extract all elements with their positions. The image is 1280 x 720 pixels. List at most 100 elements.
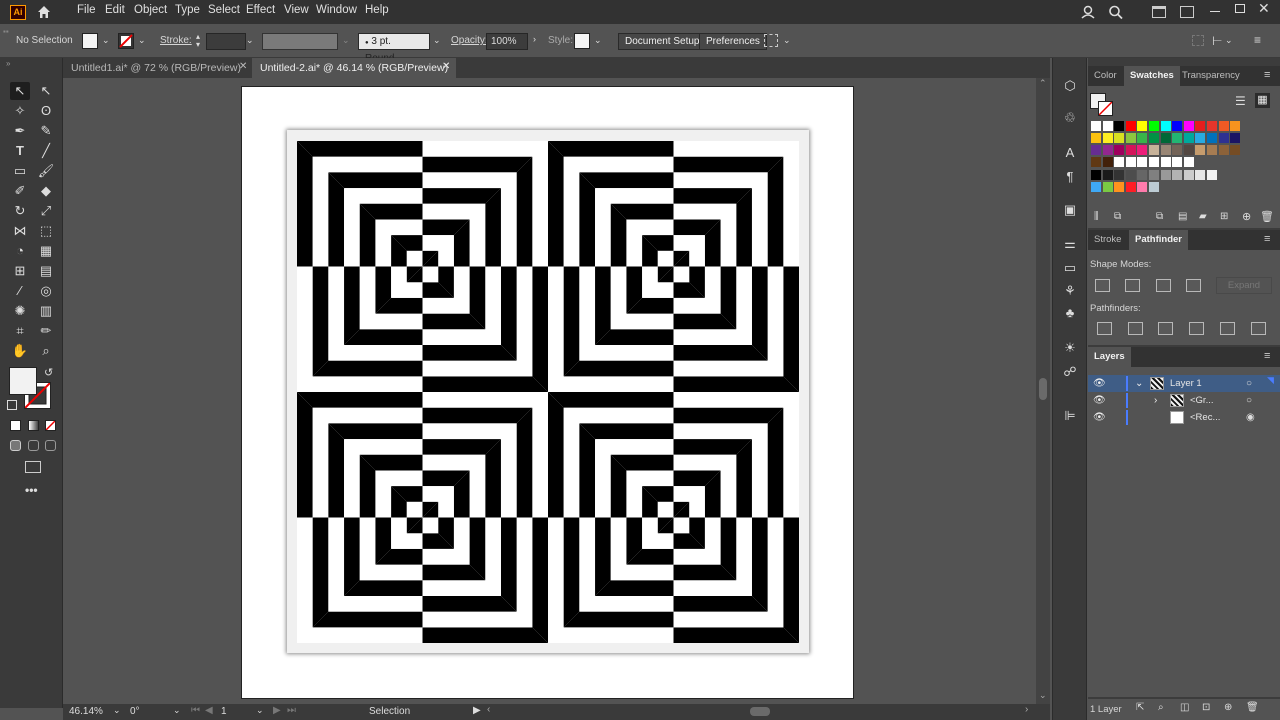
prev-artboard-icon[interactable]: ◀ bbox=[205, 705, 213, 716]
document-setup-button[interactable]: Document Setup bbox=[618, 33, 707, 50]
target-icon[interactable]: ○ bbox=[1246, 375, 1252, 392]
color-mode-icon[interactable] bbox=[10, 420, 21, 431]
swatch[interactable] bbox=[1091, 182, 1101, 192]
control-menu-icon[interactable]: ≡ bbox=[1254, 33, 1261, 47]
expand-group-icon[interactable]: › bbox=[1154, 392, 1157, 409]
swatch[interactable] bbox=[1125, 170, 1136, 180]
window-minimize-button[interactable] bbox=[1210, 11, 1220, 12]
list-view-icon[interactable]: ☰ bbox=[1235, 94, 1246, 108]
blend-tool-icon[interactable]: ◎ bbox=[36, 282, 56, 300]
libraries-icon[interactable]: ▣ bbox=[1061, 202, 1079, 218]
swatch[interactable] bbox=[1114, 157, 1125, 167]
trim-button[interactable] bbox=[1128, 322, 1143, 335]
swatch[interactable] bbox=[1183, 133, 1194, 143]
preferences-button[interactable]: Preferences bbox=[699, 33, 767, 50]
default-fill-stroke-icon[interactable] bbox=[7, 400, 17, 410]
fill-swatch[interactable] bbox=[82, 33, 98, 49]
layer-row-group[interactable]: 👁 › <Gr... ○ bbox=[1088, 392, 1280, 409]
unite-button[interactable] bbox=[1095, 279, 1110, 292]
close-tab-icon[interactable]: ✕ bbox=[239, 61, 247, 72]
swatch[interactable] bbox=[1137, 145, 1148, 155]
expand-button[interactable]: Expand bbox=[1216, 277, 1272, 294]
stroke-proxy-none[interactable] bbox=[1098, 101, 1113, 116]
swatch[interactable] bbox=[1114, 170, 1125, 180]
fill-dropdown-icon[interactable]: ⌄ bbox=[102, 35, 110, 46]
artwork-background-rectangle[interactable] bbox=[287, 130, 809, 653]
swatch[interactable] bbox=[1149, 145, 1159, 155]
paragraph-icon[interactable]: ¶ bbox=[1061, 169, 1079, 185]
stroke-weight-dropdown-icon[interactable]: ⌄ bbox=[246, 35, 254, 46]
line-tool-icon[interactable]: ╱ bbox=[36, 142, 56, 160]
scroll-up-icon[interactable]: ⌃ bbox=[1039, 78, 1047, 89]
align-panel-icon[interactable]: ⊫ bbox=[1061, 408, 1079, 424]
brush-dropdown-icon[interactable]: ⌄ bbox=[433, 35, 441, 46]
swatch[interactable] bbox=[1137, 182, 1148, 192]
scale-tool-icon[interactable]: ⤢ bbox=[36, 202, 56, 220]
panel-menu-icon[interactable]: ≡ bbox=[1264, 350, 1270, 362]
rectangle-tool-icon[interactable]: ▭ bbox=[10, 162, 30, 180]
tab-untitled-2[interactable]: Untitled-2.ai* @ 46.14 % (RGB/Preview) bbox=[252, 58, 456, 78]
menu-effect[interactable]: Effect bbox=[246, 4, 275, 16]
tab-transparency[interactable]: Transparency bbox=[1176, 66, 1246, 86]
minimize-icon[interactable] bbox=[1180, 6, 1194, 18]
account-icon[interactable] bbox=[1081, 5, 1097, 19]
menu-object[interactable]: Object bbox=[134, 4, 167, 16]
swatch[interactable] bbox=[1102, 145, 1113, 155]
last-artboard-icon[interactable]: ⏭ bbox=[287, 705, 296, 716]
show-kinds-icon[interactable]: ▤ bbox=[1178, 211, 1187, 222]
grip-handle[interactable]: ▪▪ bbox=[3, 27, 9, 36]
layer-row-layer1[interactable]: 👁 ⌄ Layer 1 ○ ◥ bbox=[1088, 375, 1280, 392]
symbols-icon[interactable]: ♲ bbox=[1061, 110, 1079, 126]
paintbrush-tool-icon[interactable]: 🖌 bbox=[36, 162, 56, 180]
swatch[interactable] bbox=[1172, 145, 1183, 155]
swatch[interactable] bbox=[1195, 170, 1206, 180]
outline-button[interactable] bbox=[1220, 322, 1235, 335]
swatch[interactable] bbox=[1183, 145, 1194, 155]
gradient-tool-icon[interactable]: ▤ bbox=[36, 262, 56, 280]
status-menu-icon[interactable]: ▶ bbox=[473, 705, 481, 716]
swatch[interactable] bbox=[1218, 145, 1229, 155]
first-artboard-icon[interactable]: ⏮ bbox=[191, 705, 200, 716]
swatch[interactable] bbox=[1183, 121, 1194, 131]
stroke-dropdown-icon[interactable]: ⌄ bbox=[138, 35, 146, 46]
artboard-number[interactable]: 1 bbox=[221, 706, 227, 717]
menu-file[interactable]: File bbox=[77, 4, 96, 16]
symbol-sprayer-tool-icon[interactable]: ✺ bbox=[10, 302, 30, 320]
tab-pathfinder[interactable]: Pathfinder bbox=[1129, 230, 1188, 250]
swatch[interactable] bbox=[1102, 133, 1113, 143]
swatch[interactable] bbox=[1172, 133, 1183, 143]
swatch[interactable] bbox=[1125, 182, 1136, 192]
brushes-icon[interactable]: ⚘ bbox=[1061, 283, 1079, 299]
swatch[interactable] bbox=[1102, 157, 1113, 167]
tab-layers[interactable]: Layers bbox=[1088, 347, 1131, 367]
tab-color[interactable]: Color bbox=[1088, 66, 1123, 86]
new-sublayer-icon[interactable]: ⊡ bbox=[1202, 702, 1210, 713]
toolbar-grip[interactable]: » bbox=[6, 59, 10, 68]
pen-tool-icon[interactable]: ✒ bbox=[10, 122, 30, 140]
tab-swatches[interactable]: Swatches bbox=[1124, 66, 1180, 86]
appearance-icon[interactable]: ☀ bbox=[1061, 340, 1079, 356]
arrange-icon[interactable] bbox=[764, 34, 778, 47]
swatch[interactable] bbox=[1207, 121, 1217, 131]
zoom-level[interactable]: 46.14% bbox=[69, 706, 103, 717]
artboard-tool-icon[interactable]: ⌗ bbox=[10, 322, 30, 340]
swatch-libraries-icon[interactable]: ⫼ bbox=[1094, 211, 1099, 222]
artboard-dropdown-icon[interactable]: ⌄ bbox=[256, 705, 264, 716]
curvature-tool-icon[interactable]: ✎ bbox=[36, 122, 56, 140]
swatch[interactable] bbox=[1091, 133, 1101, 143]
lasso-tool-icon[interactable]: ʘ bbox=[36, 102, 56, 120]
swatch[interactable] bbox=[1091, 121, 1101, 131]
scroll-down-icon[interactable]: ⌄ bbox=[1039, 690, 1047, 701]
clipping-mask-icon[interactable]: ◫ bbox=[1180, 702, 1189, 713]
target-filled-icon[interactable]: ◉ bbox=[1246, 409, 1255, 426]
stroke-weight-input[interactable] bbox=[206, 33, 246, 50]
opacity-input[interactable]: 100% bbox=[486, 33, 528, 50]
style-swatch[interactable] bbox=[574, 33, 590, 49]
swatch[interactable] bbox=[1183, 157, 1194, 167]
window-maximize-button[interactable] bbox=[1235, 4, 1245, 13]
swatch[interactable] bbox=[1114, 133, 1125, 143]
swatch[interactable] bbox=[1137, 133, 1148, 143]
swatch[interactable] bbox=[1172, 157, 1183, 167]
fill-color-front[interactable] bbox=[9, 367, 37, 395]
zoom-tool-icon[interactable]: ⌕ bbox=[36, 342, 56, 360]
